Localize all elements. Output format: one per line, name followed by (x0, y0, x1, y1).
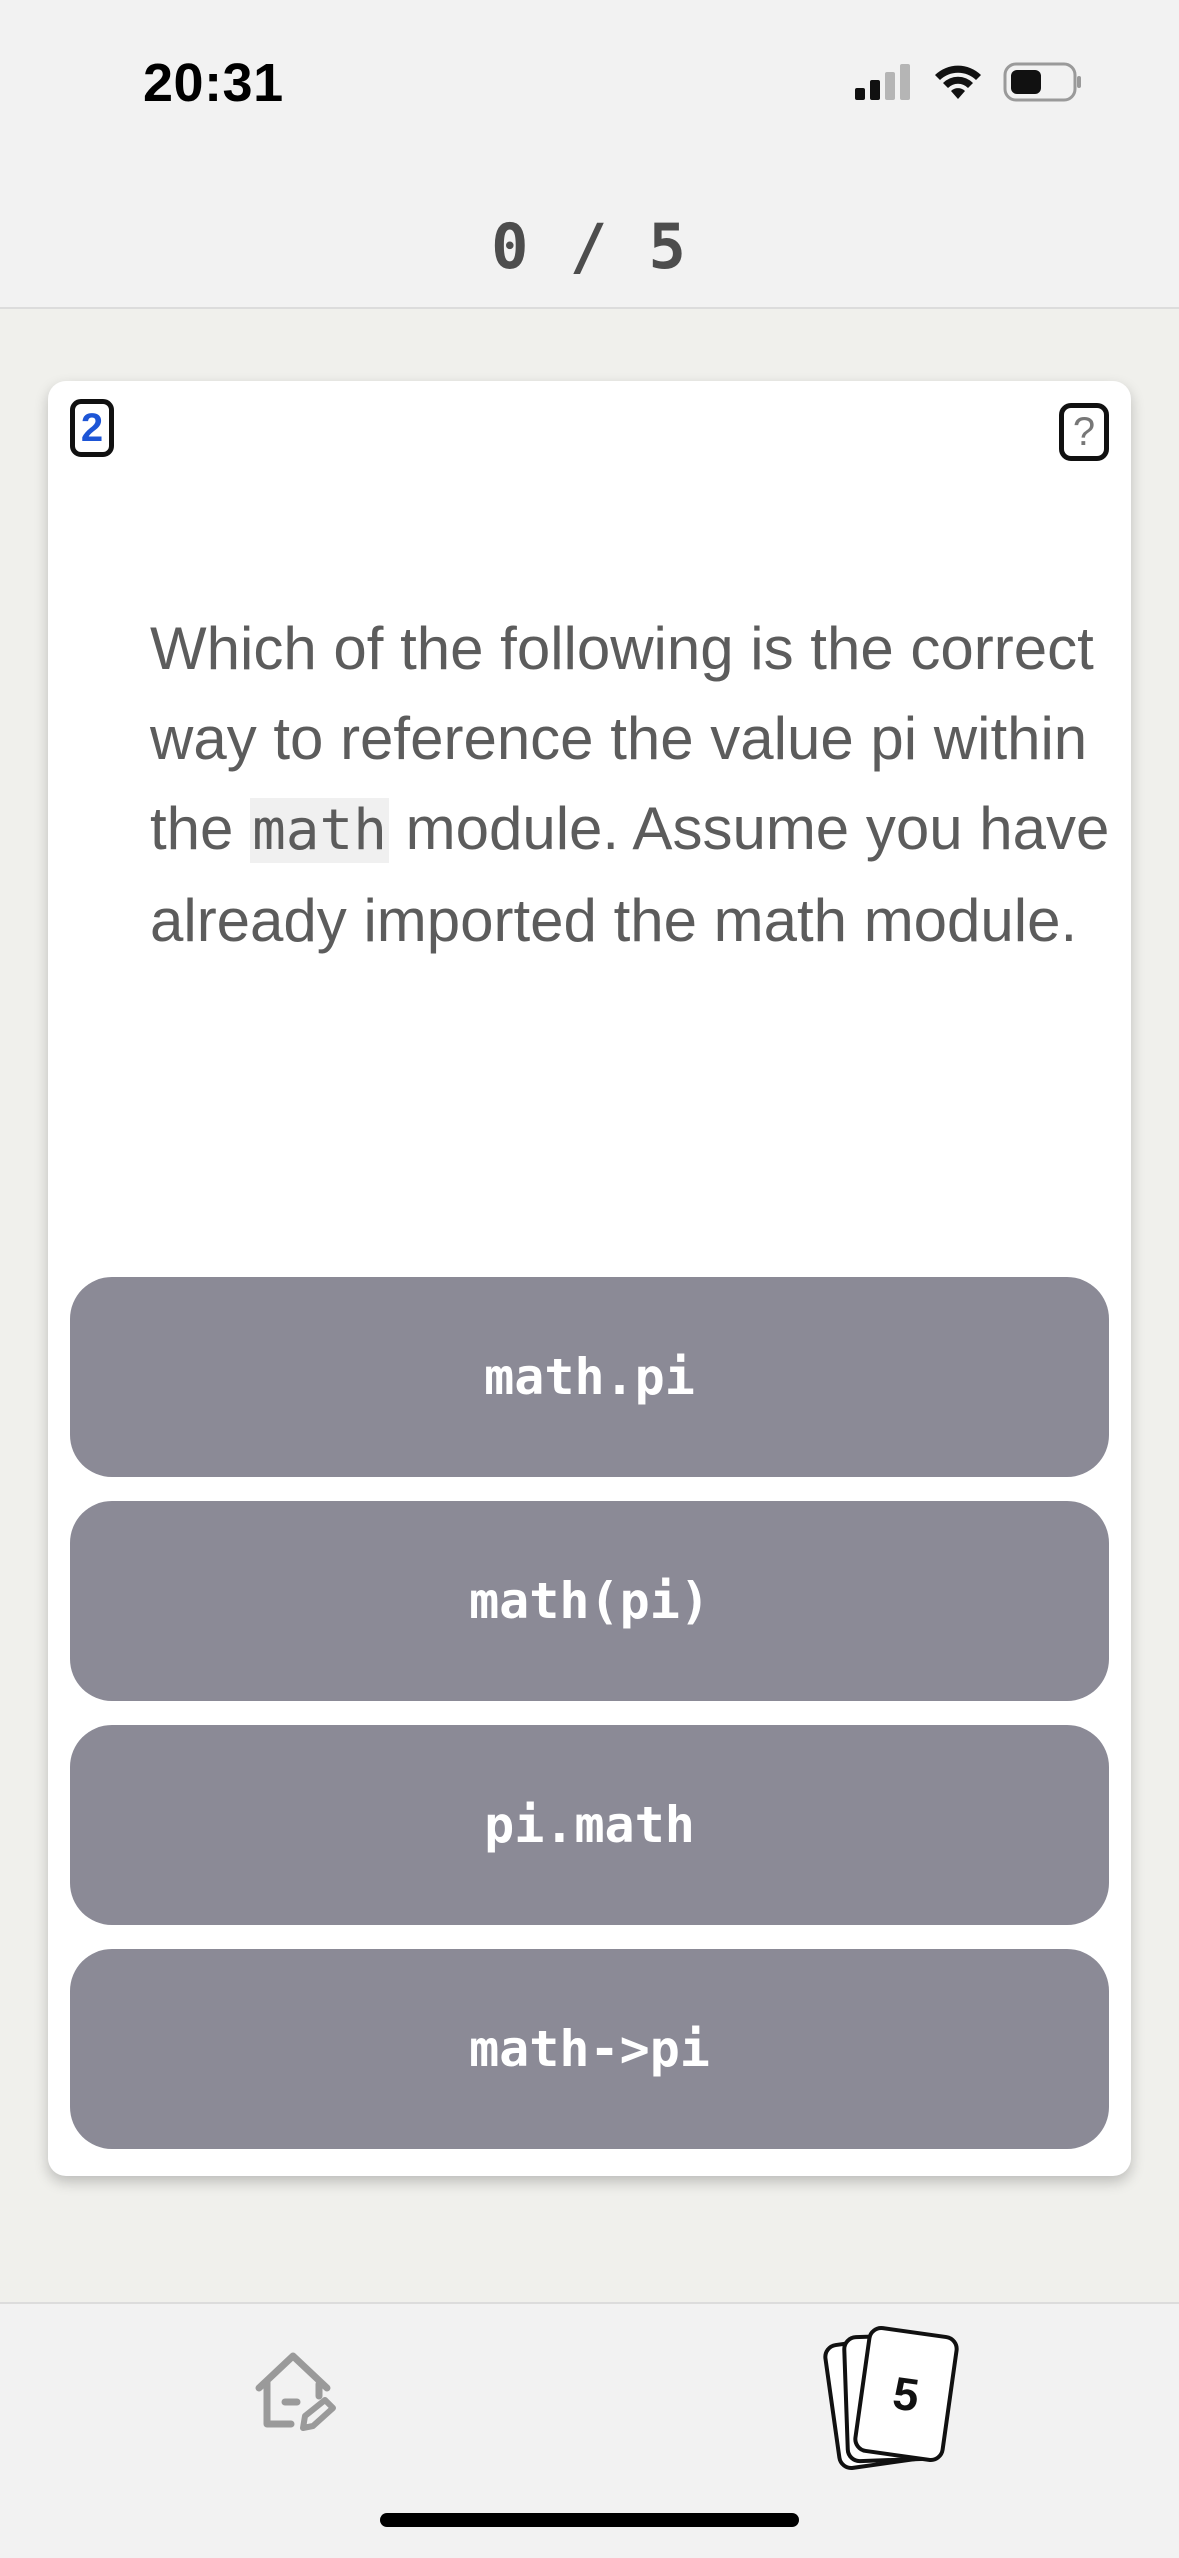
answer-option-4[interactable]: math->pi (70, 1949, 1109, 2149)
home-edit-icon (255, 2352, 336, 2431)
question-card: 2 ? Which of the following is the correc… (48, 381, 1131, 2176)
deck-count: 5 (889, 2366, 923, 2422)
cellular-signal-icon (855, 64, 910, 100)
card-number-badge: 2 (70, 399, 114, 457)
answer-option-3[interactable]: pi.math (70, 1725, 1109, 1925)
wifi-icon (935, 65, 981, 99)
help-button[interactable]: ? (1059, 403, 1109, 461)
question-code: math (250, 798, 389, 863)
home-button[interactable] (245, 2344, 341, 2440)
top-bar: 20:31 0 / 5 (0, 0, 1179, 309)
progress-counter: 0 / 5 (491, 210, 688, 283)
battery-icon (1003, 62, 1081, 102)
deck-button[interactable]: 5 (820, 2324, 980, 2474)
status-time: 20:31 (143, 53, 284, 113)
status-icons (855, 62, 1083, 102)
home-indicator (380, 2513, 799, 2527)
answer-list: math.pi math(pi) pi.math math->pi (70, 1277, 1109, 2149)
answer-option-1[interactable]: math.pi (70, 1277, 1109, 1477)
answer-option-2[interactable]: math(pi) (70, 1501, 1109, 1701)
question-text: Which of the following is the correct wa… (150, 604, 1110, 966)
